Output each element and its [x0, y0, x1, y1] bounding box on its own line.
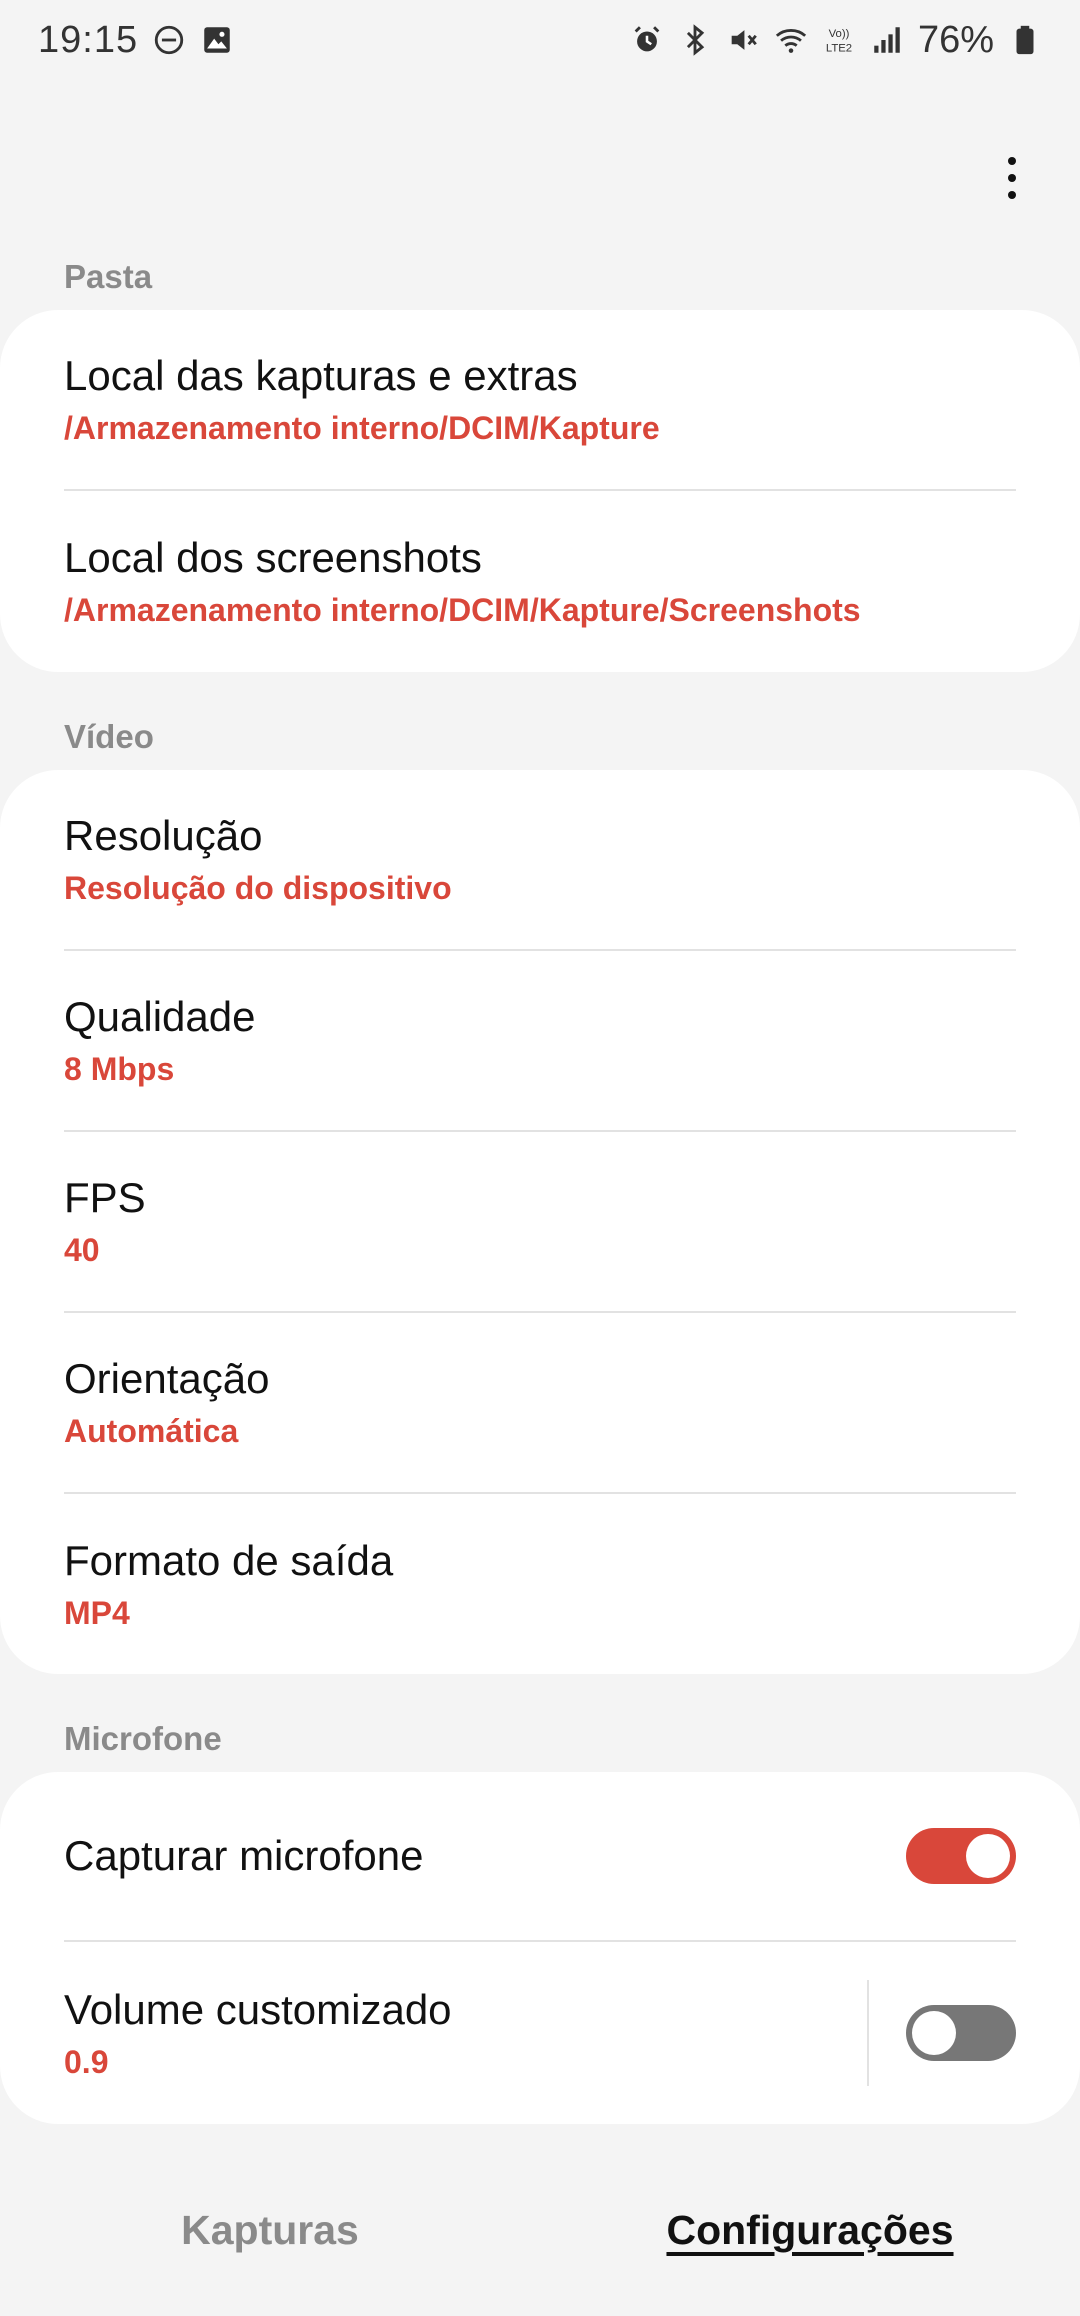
status-bar: 19:15 Vo)) LTE2 76%	[0, 0, 1080, 80]
setting-title: Local das kapturas e extras	[64, 352, 578, 399]
section-header-video: Vídeo	[64, 718, 154, 755]
setting-title: Formato de saída	[64, 1536, 394, 1584]
setting-value: MP4	[64, 1594, 130, 1631]
more-options-button[interactable]	[984, 150, 1040, 206]
svg-text:Vo)): Vo))	[829, 28, 850, 40]
svg-text:LTE2: LTE2	[826, 42, 852, 54]
battery-percent: 76%	[917, 18, 994, 61]
setting-value: Automática	[64, 1413, 239, 1449]
divider	[867, 1980, 869, 2086]
setting-resolution[interactable]: Resolução Resolução do dispositivo	[64, 770, 1016, 951]
setting-value: /Armazenamento interno/DCIM/Kapture/Scre…	[64, 592, 861, 628]
status-time: 19:15	[38, 18, 139, 61]
setting-title: Volume customizado	[64, 1985, 452, 2033]
mute-icon	[726, 23, 760, 57]
setting-orientation[interactable]: Orientação Automática	[64, 1313, 1016, 1494]
wifi-icon	[774, 23, 808, 57]
setting-value: 8 Mbps	[64, 1051, 175, 1087]
setting-value: 40	[64, 1232, 100, 1268]
setting-title: Resolução	[64, 812, 263, 859]
setting-value: /Armazenamento interno/DCIM/Kapture	[64, 410, 660, 446]
dnd-icon	[152, 23, 186, 57]
battery-icon	[1008, 23, 1042, 57]
setting-capture-microphone[interactable]: Capturar microfone	[64, 1772, 1016, 1942]
alarm-icon	[630, 23, 664, 57]
volte-icon: Vo)) LTE2	[822, 23, 856, 57]
setting-title: Orientação	[64, 1355, 270, 1402]
section-header-pasta: Pasta	[64, 258, 153, 295]
toggle-knob	[912, 2011, 956, 2055]
image-icon	[200, 23, 234, 57]
card-video: Resolução Resolução do dispositivo Quali…	[0, 770, 1080, 1674]
bluetooth-icon	[678, 23, 712, 57]
toggle-knob	[966, 1834, 1010, 1878]
setting-quality[interactable]: Qualidade 8 Mbps	[64, 951, 1016, 1132]
tab-configuracoes[interactable]: Configurações	[540, 2207, 1080, 2254]
setting-title: FPS	[64, 1174, 146, 1221]
section-header-microfone: Microfone	[64, 1720, 222, 1757]
setting-title: Capturar microfone	[64, 1832, 424, 1879]
setting-screenshot-location[interactable]: Local dos screenshots /Armazenamento int…	[64, 491, 1016, 672]
signal-icon	[870, 23, 904, 57]
setting-custom-volume[interactable]: Volume customizado 0.9	[64, 1942, 1016, 2124]
card-microfone: Capturar microfone Volume customizado 0.…	[0, 1772, 1080, 2124]
setting-title: Qualidade	[64, 993, 256, 1040]
setting-kapture-location[interactable]: Local das kapturas e extras /Armazenamen…	[64, 310, 1016, 491]
more-vert-icon	[1008, 157, 1016, 165]
capture-microphone-toggle[interactable]	[906, 1828, 1016, 1884]
custom-volume-toggle[interactable]	[906, 2005, 1016, 2061]
setting-value: 0.9	[64, 2043, 109, 2080]
setting-fps[interactable]: FPS 40	[64, 1132, 1016, 1313]
bottom-navigation: Kapturas Configurações	[0, 2180, 1080, 2280]
tab-kapturas[interactable]: Kapturas	[0, 2207, 540, 2254]
setting-title: Local dos screenshots	[64, 534, 482, 581]
card-pasta: Local das kapturas e extras /Armazenamen…	[0, 310, 1080, 672]
setting-output-format[interactable]: Formato de saída MP4	[64, 1494, 1016, 1674]
setting-value: Resolução do dispositivo	[64, 870, 452, 906]
